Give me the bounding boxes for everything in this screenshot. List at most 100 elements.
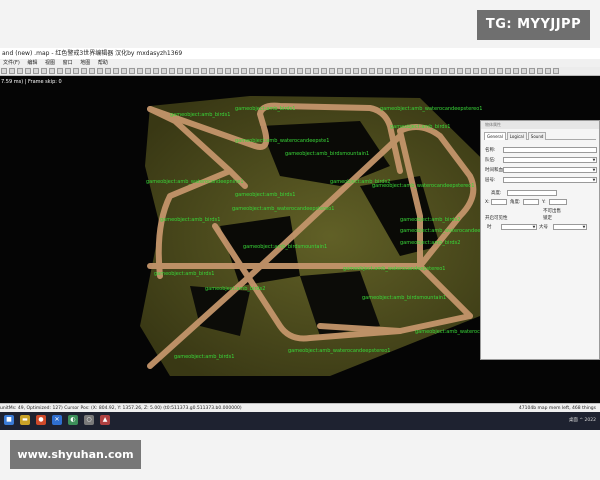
object-label[interactable]: gameobject:amb_birds2 [400,240,460,246]
object-label[interactable]: gameobject:amb_birds2 [205,286,265,292]
toolbar-button[interactable] [329,68,335,74]
toolbar-button[interactable] [33,68,39,74]
object-label[interactable]: gameobject:amb_waterocandeepste1 [235,138,329,144]
toolbar-button[interactable] [313,68,319,74]
menu-window[interactable]: 窗口 [60,59,76,67]
toolbar-button[interactable] [297,68,303,74]
lock-label[interactable]: 锁定 [543,215,552,222]
toolbar-button[interactable] [169,68,175,74]
toolbar-button[interactable] [233,68,239,74]
heal-select[interactable]: ▼ [501,224,537,230]
toolbar-button[interactable] [249,68,255,74]
toolbar-button[interactable] [353,68,359,74]
object-label[interactable]: gameobject:amb_birds1 [160,217,220,223]
toolbar-button[interactable] [121,68,127,74]
toolbar-button[interactable] [473,68,479,74]
angle-input[interactable] [523,199,539,205]
layer-select[interactable]: ▼ [503,177,597,183]
toolbar-button[interactable] [521,68,527,74]
object-label[interactable]: gameobject:amb_waterocandeepstereo1 [380,106,482,112]
toolbar-button[interactable] [225,68,231,74]
object-label[interactable]: gameobject:amb_birdsmountain1 [362,295,446,301]
toolbar-button[interactable] [393,68,399,74]
toolbar-button[interactable] [529,68,535,74]
toolbar-button[interactable] [177,68,183,74]
editor-icon[interactable]: ▲ [100,415,110,425]
object-label[interactable]: gameobject:amb_birds1 [154,271,214,277]
start-icon[interactable]: ■ [4,415,14,425]
object-label[interactable]: gameobject:amb_birds1 [235,192,295,198]
object-label[interactable]: gameobject:amb_waterocandeepstereo1 [288,348,390,354]
object-label[interactable]: gameobject:amb_waterocandeepnine1 [146,179,244,185]
toolbar-button[interactable] [17,68,23,74]
tab-general[interactable]: General [484,132,506,140]
toolbar-button[interactable] [513,68,519,74]
toolbar-button[interactable] [433,68,439,74]
unsellable-label[interactable]: 不可出售 [543,208,561,215]
toolbar-button[interactable] [409,68,415,74]
toolbar-button[interactable] [505,68,511,74]
y-input[interactable] [549,199,567,205]
toolbar-button[interactable] [425,68,431,74]
toolbar-button[interactable] [161,68,167,74]
object-label[interactable]: gameobject:amb_birdsmountain1 [285,151,369,157]
toolbar-button[interactable] [417,68,423,74]
toolbar-button[interactable] [49,68,55,74]
toolbar-button[interactable] [385,68,391,74]
toolbar-button[interactable] [185,68,191,74]
toolbar-button[interactable] [401,68,407,74]
toolbar-button[interactable] [305,68,311,74]
menu-edit[interactable]: 编辑 [24,59,40,67]
browser-icon[interactable]: ◐ [68,415,78,425]
toolbar-button[interactable] [81,68,87,74]
object-label[interactable]: gameobject:amb_birds1 [235,106,295,112]
size-select[interactable]: ▼ [553,224,587,230]
height-input[interactable] [507,190,557,196]
toolbar-button[interactable] [449,68,455,74]
object-label[interactable]: gameobject:amb_birds1 [174,354,234,360]
enabled-label[interactable]: 开启可见性 [485,215,508,222]
object-label[interactable]: gameobject:amb_waterocandeepstereo1 [343,266,445,272]
toolbar-button[interactable] [481,68,487,74]
toolbar-button[interactable] [489,68,495,74]
toolbar-button[interactable] [217,68,223,74]
toolbar-button[interactable] [145,68,151,74]
toolbar-button[interactable] [281,68,287,74]
toolbar-button[interactable] [97,68,103,74]
app-icon[interactable]: ✕ [52,415,62,425]
toolbar-button[interactable] [497,68,503,74]
toolbar-button[interactable] [321,68,327,74]
object-label[interactable]: gameobject:amb_waterocandeepstereo1 [372,183,474,189]
toolbar-button[interactable] [41,68,47,74]
tab-logical[interactable]: Logical [506,132,527,140]
app-icon[interactable]: ● [36,415,46,425]
toolbar-button[interactable] [65,68,71,74]
toolbar-button[interactable] [273,68,279,74]
toolbar-button[interactable] [537,68,543,74]
toolbar-button[interactable] [265,68,271,74]
toolbar-button[interactable] [209,68,215,74]
map-viewport[interactable]: 7.59 ms) | Frame skip: 0 gameobject:amb_… [0,76,600,403]
toolbar-button[interactable] [9,68,15,74]
toolbar-button[interactable] [465,68,471,74]
toolbar-button[interactable] [369,68,375,74]
toolbar-button[interactable] [345,68,351,74]
toolbar-button[interactable] [137,68,143,74]
app-icon[interactable]: ○ [84,415,94,425]
toolbar-button[interactable] [241,68,247,74]
toolbar-button[interactable] [201,68,207,74]
object-label[interactable]: gameobject:amb_birds1 [170,112,230,118]
toolbar-button[interactable] [105,68,111,74]
menu-view[interactable]: 视图 [42,59,58,67]
toolbar-button[interactable] [129,68,135,74]
object-label[interactable]: gameobject:amb_birds2 [400,217,460,223]
menu-map[interactable]: 地图 [77,59,93,67]
toolbar-button[interactable] [377,68,383,74]
toolbar-button[interactable] [113,68,119,74]
toolbar-button[interactable] [337,68,343,74]
system-tray[interactable]: 桌面 ^ 2022 [569,412,596,430]
toolbar-button[interactable] [73,68,79,74]
toolbar-button[interactable] [57,68,63,74]
folder-icon[interactable]: ▬ [20,415,30,425]
toolbar-button[interactable] [289,68,295,74]
